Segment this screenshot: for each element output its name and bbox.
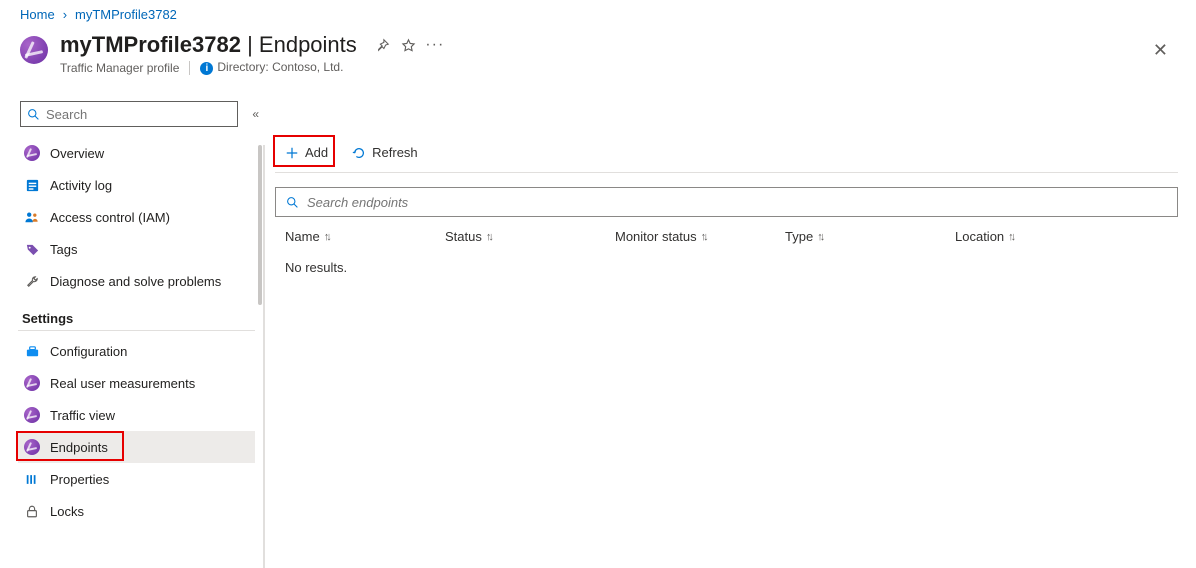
column-label: Name xyxy=(285,229,320,244)
column-label: Location xyxy=(955,229,1004,244)
globe-icon xyxy=(24,407,40,423)
people-icon xyxy=(24,209,40,225)
info-icon: i xyxy=(200,62,213,75)
breadcrumb-home[interactable]: Home xyxy=(20,7,55,22)
refresh-button[interactable]: Refresh xyxy=(342,141,428,164)
lock-icon xyxy=(24,503,40,519)
globe-icon xyxy=(24,145,40,161)
resource-type-label: Traffic Manager profile xyxy=(60,61,179,75)
sidebar-item-configuration[interactable]: Configuration xyxy=(18,335,255,367)
no-results-message: No results. xyxy=(275,244,1178,275)
sidebar-item-activity-log[interactable]: Activity log xyxy=(18,169,255,201)
sidebar-item-overview[interactable]: Overview xyxy=(18,137,255,169)
activity-log-icon xyxy=(24,177,40,193)
sidebar-item-label: Real user measurements xyxy=(50,376,195,391)
sidebar-item-label: Traffic view xyxy=(50,408,115,423)
sort-icon: ↑↓ xyxy=(817,231,822,243)
sidebar: « Overview Activity log Access control (… xyxy=(0,75,265,568)
endpoints-search-input[interactable] xyxy=(307,195,1167,210)
page-header: myTMProfile3782 | Endpoints ··· Traffic … xyxy=(0,26,1196,75)
plus-icon xyxy=(285,146,299,160)
sidebar-item-label: Diagnose and solve problems xyxy=(50,274,221,289)
column-header-type[interactable]: Type ↑↓ xyxy=(785,229,955,244)
more-icon[interactable]: ··· xyxy=(427,37,443,53)
column-header-status[interactable]: Status ↑↓ xyxy=(445,229,615,244)
search-icon xyxy=(27,108,40,121)
command-bar: Add Refresh xyxy=(275,133,1178,173)
column-label: Status xyxy=(445,229,482,244)
sidebar-search-input[interactable] xyxy=(46,107,231,122)
sidebar-search[interactable] xyxy=(20,101,238,127)
sidebar-item-label: Properties xyxy=(50,472,109,487)
sidebar-item-label: Overview xyxy=(50,146,104,161)
sidebar-item-diagnose[interactable]: Diagnose and solve problems xyxy=(18,265,255,297)
sidebar-item-label: Tags xyxy=(50,242,77,257)
column-label: Type xyxy=(785,229,813,244)
favorite-star-icon[interactable] xyxy=(401,37,417,53)
properties-icon xyxy=(24,471,40,487)
sidebar-scrollbar[interactable] xyxy=(259,145,265,568)
sidebar-section-settings: Settings xyxy=(22,311,265,326)
endpoints-search-box[interactable] xyxy=(275,187,1178,217)
sidebar-item-label: Endpoints xyxy=(50,440,108,455)
sort-icon: ↑↓ xyxy=(1008,231,1013,243)
breadcrumb-current[interactable]: myTMProfile3782 xyxy=(75,7,177,22)
sidebar-item-label: Access control (IAM) xyxy=(50,210,170,225)
page-title: myTMProfile3782 | Endpoints xyxy=(60,32,357,58)
wrench-icon xyxy=(24,273,40,289)
main-content: Add Refresh Name ↑↓ Status ↑↓ xyxy=(265,75,1196,568)
column-label: Monitor status xyxy=(615,229,697,244)
collapse-sidebar-icon[interactable]: « xyxy=(248,103,263,125)
sidebar-item-label: Locks xyxy=(50,504,84,519)
divider xyxy=(18,330,255,331)
table-header: Name ↑↓ Status ↑↓ Monitor status ↑↓ Type… xyxy=(275,229,1178,244)
resource-name: myTMProfile3782 xyxy=(60,32,241,57)
sidebar-item-label: Configuration xyxy=(50,344,127,359)
chevron-right-icon: › xyxy=(63,7,67,22)
column-header-name[interactable]: Name ↑↓ xyxy=(275,229,445,244)
sidebar-item-locks[interactable]: Locks xyxy=(18,495,255,527)
page-section: Endpoints xyxy=(259,32,357,57)
sidebar-item-traffic-view[interactable]: Traffic view xyxy=(18,399,255,431)
sidebar-item-rum[interactable]: Real user measurements xyxy=(18,367,255,399)
add-button-label: Add xyxy=(305,145,328,160)
column-header-monitor[interactable]: Monitor status ↑↓ xyxy=(615,229,785,244)
refresh-icon xyxy=(352,146,366,160)
refresh-button-label: Refresh xyxy=(372,145,418,160)
scrollbar-thumb[interactable] xyxy=(258,145,262,305)
sidebar-item-endpoints[interactable]: Endpoints xyxy=(18,431,255,463)
sort-icon: ↑↓ xyxy=(324,231,329,243)
pin-icon[interactable] xyxy=(375,37,391,53)
sidebar-item-tags[interactable]: Tags xyxy=(18,233,255,265)
tag-icon xyxy=(24,241,40,257)
breadcrumb: Home › myTMProfile3782 xyxy=(0,0,1196,26)
divider xyxy=(189,61,190,75)
sort-icon: ↑↓ xyxy=(701,231,706,243)
globe-icon xyxy=(24,375,40,391)
directory-label: iDirectory: Contoso, Ltd. xyxy=(200,60,343,75)
add-button[interactable]: Add xyxy=(275,141,338,164)
traffic-manager-icon xyxy=(20,36,48,64)
search-icon xyxy=(286,196,299,209)
column-header-location[interactable]: Location ↑↓ xyxy=(955,229,1178,244)
sidebar-item-access-control[interactable]: Access control (IAM) xyxy=(18,201,255,233)
sort-icon: ↑↓ xyxy=(486,231,491,243)
sidebar-item-properties[interactable]: Properties xyxy=(18,463,255,495)
close-icon[interactable]: ✕ xyxy=(1153,40,1168,61)
globe-icon xyxy=(24,439,40,455)
toolbox-icon xyxy=(24,343,40,359)
sidebar-item-label: Activity log xyxy=(50,178,112,193)
